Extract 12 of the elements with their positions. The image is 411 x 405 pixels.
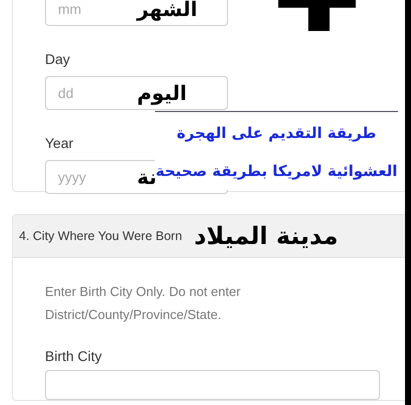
arabic-caption: اليوم <box>137 80 187 107</box>
field-label: Birth City <box>45 348 103 364</box>
section-title: 4. City Where You Were Born <box>19 229 182 243</box>
banner-line: طريقة التقديم على الهجرة <box>176 123 378 144</box>
field-label: Year <box>45 135 74 151</box>
arabic-caption: الشهر <box>137 0 198 23</box>
arabic-caption: مدينة الميلاد <box>194 222 338 250</box>
input-field[interactable] <box>45 370 380 400</box>
arabic-caption: نة <box>137 164 157 191</box>
field-label: Day <box>45 51 71 67</box>
hint-text: Enter Birth City Only. Do not enter District/County/Province/State. <box>45 283 242 324</box>
t-shape-icon <box>277 0 357 31</box>
